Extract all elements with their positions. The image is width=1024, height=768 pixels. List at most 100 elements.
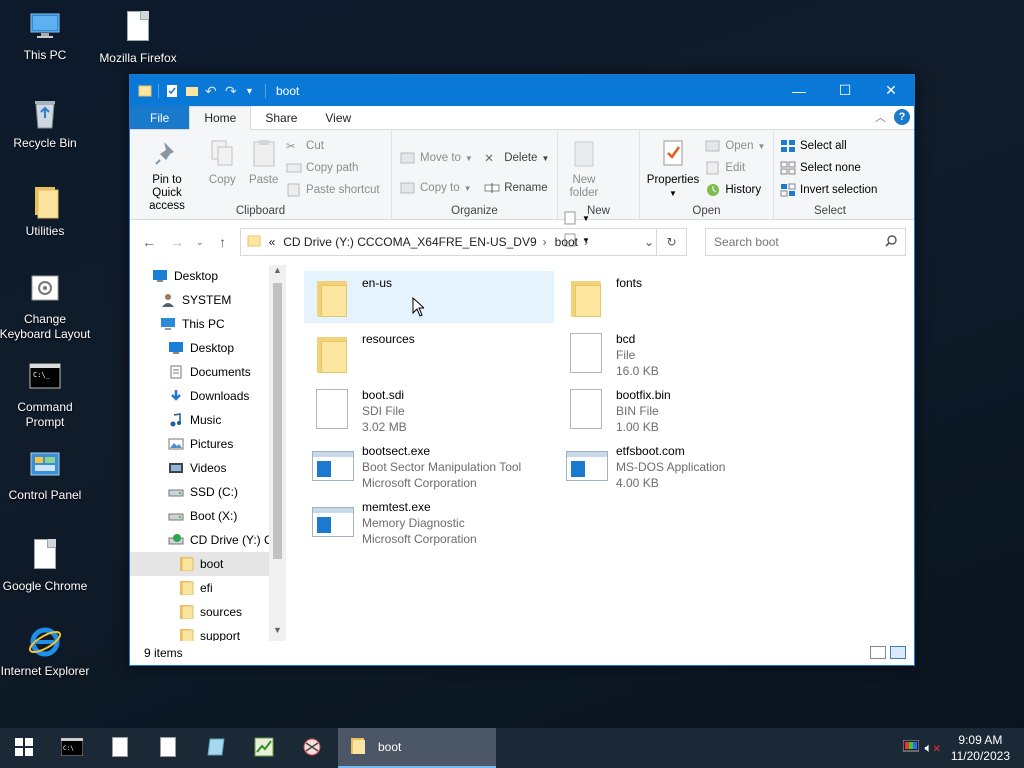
taskbar-task-manager[interactable] [240, 728, 288, 768]
clock[interactable]: 9:09 AM 11/20/2023 [943, 732, 1024, 764]
search-input[interactable] [714, 235, 875, 249]
new-folder-button[interactable]: New folder [562, 134, 606, 204]
large-icons-view-icon[interactable] [890, 646, 906, 659]
edit-button[interactable]: Edit [705, 158, 765, 178]
chevron-right-icon[interactable]: › [543, 235, 547, 249]
file-item-en-us[interactable]: en-us [304, 271, 554, 323]
undo-icon[interactable]: ↶ [205, 84, 219, 98]
breadcrumb-folder[interactable]: boot [555, 235, 578, 249]
desktop-icon-control-panel[interactable]: Control Panel [0, 448, 93, 503]
taskbar-command-prompt[interactable]: C:\ [48, 728, 96, 768]
nav-item-boot[interactable]: boot [130, 552, 286, 576]
taskbar-file-explorer-boot[interactable]: boot [338, 728, 496, 768]
taskbar-notepad[interactable] [192, 728, 240, 768]
title-bar[interactable]: ↶ ↷ ▼ boot — ☐ ✕ [130, 75, 914, 106]
rename-button[interactable]: Rename [484, 174, 549, 202]
start-button[interactable] [0, 728, 48, 768]
minimize-button[interactable]: — [776, 75, 822, 106]
file-item-boot-sdi[interactable]: boot.sdi SDI File 3.02 MB [304, 383, 554, 435]
help-icon[interactable]: ? [894, 109, 910, 125]
file-item-resources[interactable]: resources [304, 327, 554, 379]
cut-button[interactable]: ✂ Cut [286, 136, 380, 156]
forward-button[interactable]: → [166, 234, 188, 250]
chevron-down-icon[interactable]: ⌄ [644, 235, 654, 249]
tab-file[interactable]: File [130, 106, 190, 129]
desktop-icon-change-keyboard-layout[interactable]: Change Keyboard Layout [0, 272, 93, 342]
tab-home[interactable]: Home [189, 106, 252, 130]
desktop-icon-mozilla-firefox[interactable]: Mozilla Firefox [90, 8, 186, 66]
color-display-icon[interactable] [902, 739, 920, 757]
new-folder-icon[interactable] [185, 84, 199, 98]
nav-item-music[interactable]: Music [130, 408, 286, 432]
move-to-button[interactable]: Move to ▼ [400, 144, 473, 172]
paste-button[interactable]: Paste [245, 134, 283, 191]
desktop-icon-command-prompt[interactable]: C:\_ Command Prompt [0, 360, 93, 430]
ribbon-tabs: File Home Share View ︿ ? [130, 106, 914, 130]
back-button[interactable]: ← [138, 234, 160, 250]
search-box[interactable] [705, 228, 906, 256]
taskbar-document[interactable] [96, 728, 144, 768]
properties-icon[interactable] [165, 84, 179, 98]
collapse-ribbon-icon[interactable]: ︿ [875, 109, 886, 125]
taskbar-snipping-tool[interactable] [288, 728, 336, 768]
desktop-icon-this-pc[interactable]: This PC [0, 8, 93, 63]
details-view-icon[interactable] [870, 646, 886, 659]
nav-item-system[interactable]: SYSTEM [130, 288, 286, 312]
file-item-etfsboot-com[interactable]: etfsboot.com MS-DOS Application 4.00 KB [558, 439, 808, 491]
nav-item-efi[interactable]: efi [130, 576, 286, 600]
nav-item-this-pc[interactable]: This PC [130, 312, 286, 336]
history-button[interactable]: History [705, 180, 765, 200]
invert-selection-button[interactable]: Invert selection [780, 180, 877, 200]
refresh-button[interactable]: ↻ [656, 229, 686, 255]
file-item-bootfix-bin[interactable]: bootfix.bin BIN File 1.00 KB [558, 383, 808, 435]
desktop-icon-google-chrome[interactable]: Google Chrome [0, 536, 93, 594]
tab-share[interactable]: Share [251, 106, 311, 129]
nav-item-cd-drive-y-c[interactable]: CD Drive (Y:) C [130, 528, 286, 552]
nav-item-support[interactable]: support [130, 624, 286, 641]
nav-item-videos[interactable]: Videos [130, 456, 286, 480]
close-button[interactable]: ✕ [868, 75, 914, 106]
file-item-fonts[interactable]: fonts [558, 271, 808, 323]
volume-muted-icon[interactable]: 🔈︎✕ [925, 740, 941, 756]
taskbar-document[interactable] [144, 728, 192, 768]
nav-item-sources[interactable]: sources [130, 600, 286, 624]
maximize-button[interactable]: ☐ [822, 75, 868, 106]
chevron-right-icon[interactable]: › [584, 235, 588, 249]
nav-item-downloads[interactable]: Downloads [130, 384, 286, 408]
scroll-thumb[interactable] [273, 283, 282, 559]
desktop-icon-recycle-bin[interactable]: Recycle Bin [0, 96, 93, 151]
delete-button[interactable]: ✕ Delete ▼ [484, 144, 549, 172]
nav-item-pictures[interactable]: Pictures [130, 432, 286, 456]
properties-button[interactable]: Properties ▼ [644, 134, 702, 204]
nav-item-documents[interactable]: Documents [130, 360, 286, 384]
nav-item-ssd-c[interactable]: SSD (C:) [130, 480, 286, 504]
desktop-icon-internet-explorer[interactable]: Internet Explorer [0, 624, 93, 679]
breadcrumb-drive[interactable]: CD Drive (Y:) CCCOMA_X64FRE_EN-US_DV9 [283, 235, 536, 249]
nav-item-desktop[interactable]: Desktop [130, 265, 286, 288]
recent-locations-button[interactable]: ⌄ [194, 237, 206, 248]
copy-to-button[interactable]: Copy to ▼ [400, 174, 473, 202]
paste-shortcut-button[interactable]: Paste shortcut [286, 180, 380, 200]
nav-scrollbar[interactable]: ▲ ▼ [269, 265, 286, 641]
open-button[interactable]: Open ▼ [705, 136, 765, 156]
file-item-memtest-exe[interactable]: memtest.exe Memory Diagnostic Microsoft Co… [304, 495, 554, 547]
nav-item-desktop[interactable]: Desktop [130, 336, 286, 360]
redo-icon[interactable]: ↷ [225, 84, 239, 98]
scroll-down-icon[interactable]: ▼ [269, 625, 286, 641]
file-item-bootsect-exe[interactable]: bootsect.exe Boot Sector Manipulation Too… [304, 439, 554, 491]
nav-item-boot-x[interactable]: Boot (X:) [130, 504, 286, 528]
breadcrumb-overflow[interactable]: « [269, 235, 276, 249]
address-bar[interactable]: « CD Drive (Y:) CCCOMA_X64FRE_EN-US_DV9 … [239, 228, 688, 256]
desktop-icon-utilities[interactable]: Utilities [0, 184, 93, 239]
select-all-button[interactable]: Select all [780, 136, 877, 156]
select-none-button[interactable]: Select none [780, 158, 877, 178]
up-button[interactable]: ↑ [212, 234, 234, 250]
file-item-bcd[interactable]: bcd File 16.0 KB [558, 327, 808, 379]
close-icon: ✕ [885, 82, 897, 98]
chevron-down-icon[interactable]: ▼ [245, 84, 259, 98]
tab-view[interactable]: View [311, 106, 365, 129]
scroll-up-icon[interactable]: ▲ [269, 265, 286, 281]
copy-path-button[interactable]: Copy path [286, 158, 380, 178]
copy-button[interactable]: Copy [203, 134, 241, 191]
drive-icon [168, 485, 184, 499]
